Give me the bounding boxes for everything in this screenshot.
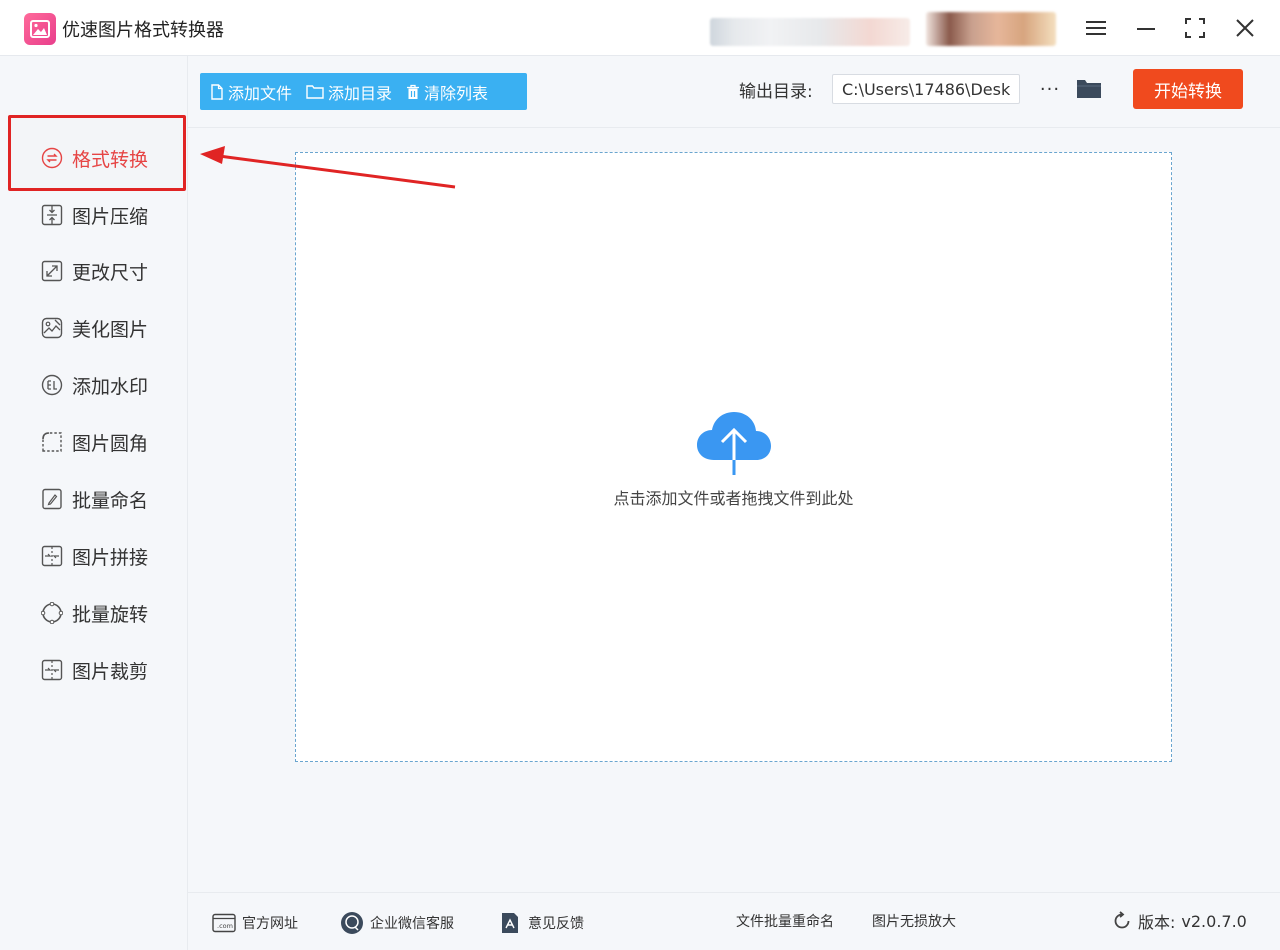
sidebar-item-label: 图片裁剪 bbox=[72, 660, 149, 683]
sidebar-item-watermark[interactable]: 添加水印 bbox=[40, 370, 148, 400]
rename-icon bbox=[40, 487, 64, 511]
output-dir-label: 输出目录: bbox=[739, 82, 813, 102]
maximize-icon bbox=[1185, 18, 1205, 38]
sidebar-item-label: 添加水印 bbox=[72, 375, 149, 398]
sidebar-item-label: 图片圆角 bbox=[72, 432, 149, 455]
blurred-avatar-area bbox=[926, 12, 1056, 46]
sidebar-item-crop[interactable]: 图片裁剪 bbox=[40, 655, 148, 685]
app-title: 优速图片格式转换器 bbox=[62, 20, 224, 41]
stitch-icon bbox=[40, 544, 64, 568]
sidebar-item-label: 批量命名 bbox=[72, 489, 149, 512]
official-website-label: 官方网址 bbox=[242, 916, 298, 932]
cloud-upload-icon bbox=[697, 412, 771, 475]
main-area: 点击添加文件或者拖拽文件到此处 bbox=[188, 128, 1280, 892]
sidebar-item-resize[interactable]: 更改尺寸 bbox=[40, 256, 148, 286]
folder-outline-icon bbox=[306, 85, 324, 99]
sidebar-item-label: 格式转换 bbox=[72, 148, 149, 171]
sidebar-item-round-corner[interactable]: 图片圆角 bbox=[40, 427, 148, 457]
browse-more-button[interactable]: ··· bbox=[1038, 74, 1062, 104]
clear-list-label: 清除列表 bbox=[424, 83, 489, 103]
sidebar-item-batch-rename[interactable]: 批量命名 bbox=[40, 484, 148, 514]
title-bar: 优速图片格式转换器 bbox=[0, 0, 1280, 56]
sidebar-item-label: 批量旋转 bbox=[72, 603, 149, 626]
round-corner-icon bbox=[40, 430, 64, 454]
website-icon: .com bbox=[212, 911, 236, 935]
menu-button[interactable] bbox=[1082, 14, 1110, 42]
compress-icon bbox=[40, 203, 64, 227]
footer: .com 官方网址 企业微信客服 意见反馈 文件批量重命名 图片无损放大 版本:… bbox=[188, 892, 1280, 950]
toolbar: 添加文件 添加目录 清除列表 输出目录: ··· 开始转换 bbox=[188, 56, 1280, 128]
maximize-button[interactable] bbox=[1181, 14, 1209, 42]
blurred-user-info bbox=[710, 18, 910, 46]
add-file-button[interactable]: 添加文件 bbox=[210, 80, 292, 104]
dropzone-hint: 点击添加文件或者拖拽文件到此处 bbox=[613, 489, 854, 508]
svg-text:.com: .com bbox=[217, 922, 233, 930]
app-logo bbox=[24, 13, 56, 45]
hamburger-icon bbox=[1086, 21, 1106, 35]
sidebar-item-label: 图片拼接 bbox=[72, 546, 149, 569]
crop-icon bbox=[40, 658, 64, 682]
sidebar-item-compress[interactable]: 图片压缩 bbox=[40, 200, 148, 230]
wechat-support-label: 企业微信客服 bbox=[370, 916, 454, 932]
refresh-icon bbox=[1114, 911, 1130, 929]
file-icon bbox=[211, 83, 223, 100]
start-convert-button[interactable]: 开始转换 bbox=[1133, 69, 1243, 109]
wechat-support-link[interactable]: 企业微信客服 bbox=[340, 911, 454, 935]
resize-icon bbox=[40, 259, 64, 283]
watermark-icon bbox=[40, 373, 64, 397]
add-file-label: 添加文件 bbox=[228, 83, 293, 103]
feedback-icon bbox=[498, 911, 522, 935]
feedback-link[interactable]: 意见反馈 bbox=[498, 911, 584, 935]
feedback-label: 意见反馈 bbox=[528, 916, 584, 932]
open-folder-button[interactable] bbox=[1074, 74, 1104, 104]
sidebar-item-beautify[interactable]: 美化图片 bbox=[40, 313, 148, 343]
trash-icon bbox=[407, 84, 420, 99]
lossless-upscale-link[interactable]: 图片无损放大 bbox=[872, 911, 956, 931]
close-icon bbox=[1236, 19, 1254, 37]
close-button[interactable] bbox=[1231, 14, 1259, 42]
version-label: 版本: bbox=[1138, 913, 1176, 932]
sidebar-item-label: 更改尺寸 bbox=[72, 261, 149, 284]
official-website-link[interactable]: .com 官方网址 bbox=[212, 911, 298, 935]
folder-icon bbox=[1077, 80, 1101, 98]
sidebar-item-label: 美化图片 bbox=[72, 318, 149, 341]
minimize-button[interactable] bbox=[1132, 14, 1160, 42]
batch-rename-label: 文件批量重命名 bbox=[736, 914, 834, 930]
file-button-group: 添加文件 添加目录 清除列表 bbox=[200, 73, 527, 110]
sidebar-item-format-convert[interactable]: 格式转换 bbox=[40, 143, 148, 173]
rotate-icon bbox=[40, 601, 64, 625]
picture-icon bbox=[30, 20, 50, 38]
sidebar: 格式转换 图片压缩 更改尺寸 美化图片 添加水印 图片圆角 批量命名 图片拼接 … bbox=[0, 56, 188, 950]
beautify-icon bbox=[40, 316, 64, 340]
sidebar-item-stitch[interactable]: 图片拼接 bbox=[40, 541, 148, 571]
version-number: v2.0.7.0 bbox=[1181, 911, 1247, 931]
batch-rename-link[interactable]: 文件批量重命名 bbox=[736, 911, 834, 931]
minimize-icon bbox=[1137, 28, 1155, 30]
sidebar-item-rotate[interactable]: 批量旋转 bbox=[40, 598, 148, 628]
chat-icon bbox=[340, 911, 364, 935]
output-dir-input[interactable] bbox=[832, 74, 1020, 104]
convert-icon bbox=[40, 146, 64, 170]
sidebar-item-label: 图片压缩 bbox=[72, 205, 149, 228]
version-info[interactable]: 版本: v2.0.7.0 bbox=[1112, 909, 1247, 933]
clear-list-button[interactable]: 清除列表 bbox=[406, 80, 488, 104]
file-dropzone[interactable]: 点击添加文件或者拖拽文件到此处 bbox=[295, 152, 1172, 762]
lossless-upscale-label: 图片无损放大 bbox=[872, 914, 956, 930]
add-folder-button[interactable]: 添加目录 bbox=[306, 80, 392, 104]
add-folder-label: 添加目录 bbox=[328, 83, 393, 103]
